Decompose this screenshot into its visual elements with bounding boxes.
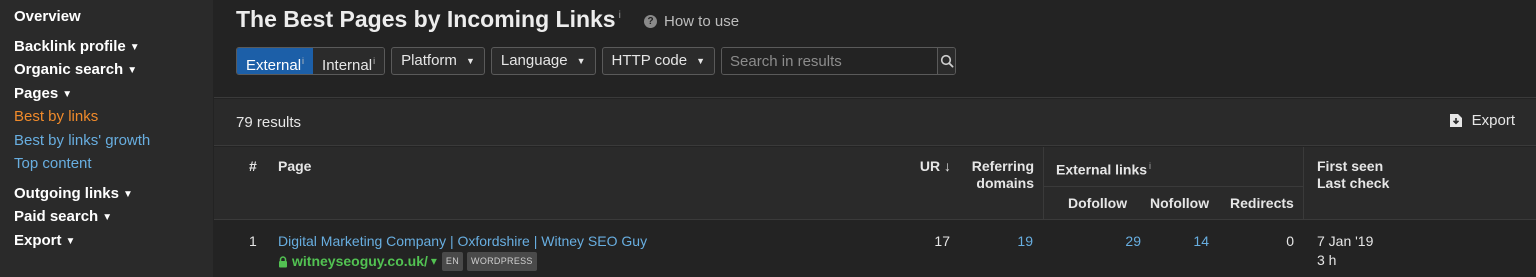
- sidebar-item-overview[interactable]: Overview: [14, 8, 81, 26]
- column-header-index: #: [249, 158, 257, 174]
- report-header: The Best Pages by Incoming Links i ? How …: [214, 0, 1536, 98]
- page-title-text: The Best Pages by Incoming Links: [236, 6, 616, 32]
- platform-badge: WORDPRESS: [467, 252, 537, 271]
- sidebar-item-export[interactable]: Export ▼: [14, 232, 75, 252]
- sidebar-item-top-content[interactable]: Top content: [14, 155, 92, 173]
- column-header-first-seen[interactable]: First seen Last check: [1317, 158, 1389, 192]
- info-icon: i: [373, 56, 376, 66]
- column-header-nofollow[interactable]: Nofollow: [1150, 195, 1209, 212]
- first-seen-value: 7 Jan '19: [1317, 233, 1374, 249]
- how-to-use-label: How to use: [664, 13, 740, 30]
- redirects-value: 0: [1286, 233, 1294, 249]
- chevron-down-icon: ▼: [123, 189, 133, 200]
- sidebar-item-label: Organic search: [14, 61, 124, 78]
- chevron-down-icon: ▼: [576, 56, 586, 66]
- search-box: [721, 47, 957, 75]
- language-badge: EN: [441, 252, 464, 271]
- sidebar-item-label: Pages: [14, 85, 59, 102]
- sidebar-item-label: Outgoing links: [14, 185, 119, 202]
- table-row: 1 Digital Marketing Company | Oxfordshir…: [214, 221, 1536, 277]
- platform-label: Platform: [401, 52, 457, 69]
- referring-domains-value[interactable]: 19: [1017, 233, 1033, 250]
- question-circle-icon: ?: [644, 15, 657, 28]
- sidebar-item-outgoing-links[interactable]: Outgoing links ▼: [14, 185, 133, 205]
- search-button[interactable]: [937, 48, 956, 74]
- sidebar-item-label: Export: [14, 232, 62, 249]
- page-title: The Best Pages by Incoming Links i: [236, 6, 621, 33]
- sidebar-item-organic-search[interactable]: Organic search ▼: [14, 61, 137, 81]
- chevron-down-icon: ▼: [129, 42, 140, 53]
- export-download-icon: [1449, 114, 1462, 127]
- header-line: First seen: [1317, 158, 1384, 174]
- header-line: domains: [976, 175, 1034, 191]
- ur-label: UR: [919, 158, 941, 174]
- main-content: The Best Pages by Incoming Links i ? How …: [214, 0, 1536, 277]
- chevron-down-icon: ▼: [102, 212, 113, 223]
- chevron-down-icon: ▼: [127, 65, 138, 76]
- sort-arrow-icon: ↓: [944, 158, 951, 174]
- column-header-dofollow[interactable]: Dofollow: [1068, 195, 1127, 212]
- internal-label: Internal: [322, 57, 373, 74]
- platform-dropdown[interactable]: Platform ▼: [391, 47, 485, 75]
- header-line: Last check: [1317, 175, 1390, 191]
- table-header: # Page UR ↓ Referring domains External li…: [214, 147, 1536, 220]
- sidebar-item-best-by-links-growth[interactable]: Best by links' growth: [14, 132, 150, 150]
- how-to-use-link[interactable]: ? How to use: [644, 13, 739, 30]
- sidebar-item-label: Backlink profile: [14, 38, 126, 55]
- export-button[interactable]: Export: [1449, 112, 1515, 129]
- external-label: External: [246, 57, 302, 74]
- header-line: Referring: [971, 158, 1034, 174]
- export-label: Export: [1471, 112, 1515, 129]
- chevron-down-icon: ▼: [465, 56, 475, 66]
- nofollow-value[interactable]: 14: [1193, 233, 1209, 250]
- column-header-page[interactable]: Page: [278, 158, 311, 175]
- search-icon: [940, 54, 954, 68]
- last-check-value: 3 h: [1317, 252, 1337, 268]
- dofollow-value[interactable]: 29: [1125, 233, 1141, 250]
- info-icon: i: [302, 56, 305, 66]
- chevron-down-icon: ▼: [65, 236, 76, 247]
- header-divider: [1043, 186, 1303, 187]
- column-divider: [1043, 147, 1044, 220]
- url-link[interactable]: witneyseoguy.co.uk/: [292, 253, 428, 270]
- sidebar-item-label: Overview: [14, 8, 81, 25]
- ur-value: 17: [934, 233, 950, 249]
- column-header-ur[interactable]: UR ↓: [920, 158, 951, 175]
- info-icon: i: [1149, 161, 1152, 171]
- language-label: Language: [500, 52, 568, 69]
- row-index: 1: [249, 233, 257, 249]
- column-group-external-links: External links i: [1056, 158, 1151, 179]
- external-links-label: External links: [1056, 161, 1148, 178]
- sidebar-item-paid-search[interactable]: Paid search ▼: [14, 208, 112, 228]
- sidebar: Overview Backlink profile ▼ Organic searc…: [0, 0, 213, 277]
- language-dropdown[interactable]: Language ▼: [490, 47, 596, 75]
- search-input[interactable]: [722, 48, 938, 74]
- column-divider: [1303, 147, 1304, 220]
- sidebar-item-pages[interactable]: Pages ▼: [14, 85, 72, 105]
- internal-toggle-button[interactable]: Internali: [313, 48, 385, 74]
- chevron-down-icon: ▼: [62, 89, 73, 100]
- chevron-down-icon: ▼: [696, 56, 706, 66]
- results-count: 79 results: [236, 114, 302, 131]
- sidebar-item-best-by-links[interactable]: Best by links: [14, 108, 98, 126]
- results-bar: 79 results Export: [214, 99, 1536, 146]
- chevron-down-icon[interactable]: ▾: [431, 253, 437, 270]
- column-header-redirects[interactable]: Redirects: [1230, 195, 1294, 212]
- column-header-referring-domains[interactable]: Referring domains: [972, 158, 1034, 192]
- sidebar-item-label: Paid search: [14, 208, 99, 225]
- info-icon[interactable]: i: [619, 10, 621, 21]
- page-url: witneyseoguy.co.uk/ ▾ EN WORDPRESS: [278, 252, 537, 271]
- page-title-link[interactable]: Digital Marketing Company | Oxfordshire …: [278, 233, 647, 250]
- external-toggle-button[interactable]: Externali: [237, 48, 314, 74]
- link-type-toggle: Externali Internali: [236, 47, 386, 75]
- filter-bar: Externali Internali Platform ▼ Language ▼ …: [236, 47, 957, 75]
- lock-icon: [279, 255, 287, 267]
- http-code-label: HTTP code: [611, 52, 688, 69]
- http-code-dropdown[interactable]: HTTP code ▼: [601, 47, 716, 75]
- sidebar-item-backlink-profile[interactable]: Backlink profile ▼: [14, 38, 140, 58]
